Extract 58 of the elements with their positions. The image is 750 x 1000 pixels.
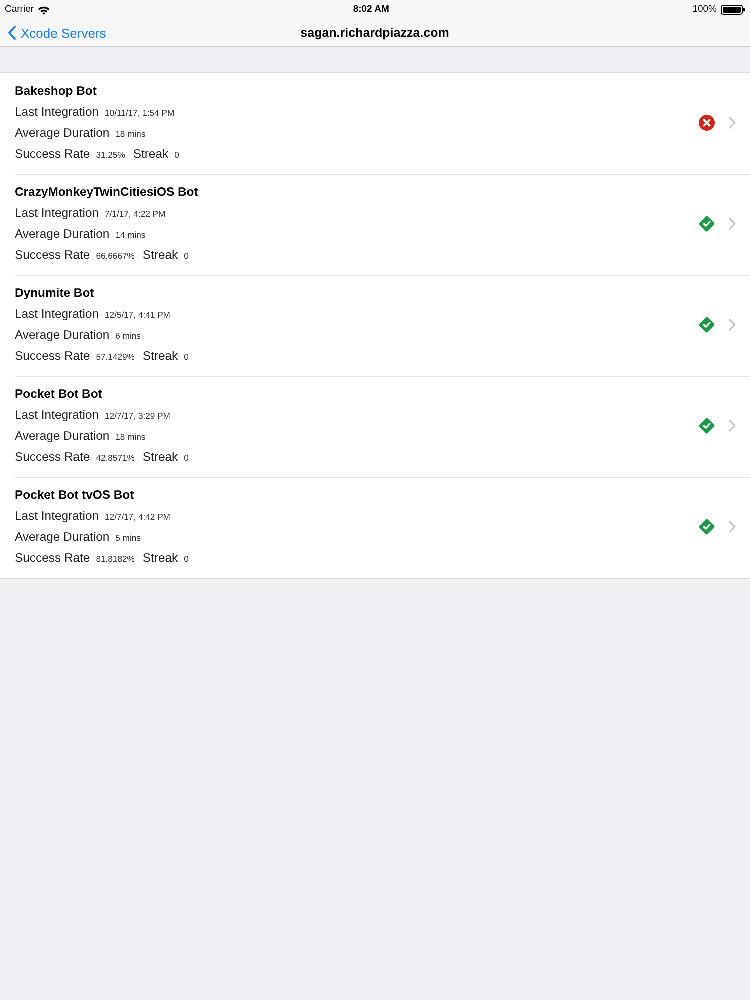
bot-name: CrazyMonkeyTwinCitiesiOS Bot bbox=[15, 184, 200, 201]
chevron-icon bbox=[729, 218, 736, 230]
stat-label: Last Integration bbox=[15, 407, 100, 424]
stat-label: Streak bbox=[142, 247, 178, 264]
stat-label: Streak bbox=[142, 550, 178, 567]
stat-value: 0 bbox=[184, 452, 189, 465]
bot-name: Pocket Bot Bot bbox=[15, 386, 104, 403]
chevron-icon bbox=[729, 117, 736, 129]
stat-value: 7/1/17, 4:22 PM bbox=[105, 208, 166, 221]
stat-label: Streak bbox=[142, 348, 178, 365]
stat-value: 0 bbox=[174, 149, 180, 162]
nav-title: sagan.richardpiazza.com bbox=[300, 24, 450, 42]
stat-label: Last Integration bbox=[15, 508, 100, 525]
stat-label: Success Rate bbox=[15, 348, 90, 365]
stat-value: 42.8571% bbox=[96, 452, 135, 465]
stat-label: Streak bbox=[142, 449, 178, 466]
stat-label: Success Rate bbox=[15, 550, 90, 567]
stat-label: Average Duration bbox=[15, 428, 110, 445]
stat-value: 12/7/17, 4:42 PM bbox=[105, 511, 170, 524]
stat-value: 12/7/17, 3:29 PM bbox=[105, 410, 170, 423]
stat-value: 10/11/17, 1:54 PM bbox=[105, 107, 175, 120]
bot-name: Dynumite Bot bbox=[15, 285, 96, 302]
stat-value: 18 mins bbox=[116, 431, 146, 444]
stat-value: 81.8182% bbox=[96, 553, 135, 566]
stat-value: 0 bbox=[184, 250, 189, 263]
battery-icon bbox=[721, 5, 746, 15]
stat-value: 66.6667% bbox=[96, 250, 135, 263]
chevron-icon bbox=[729, 420, 736, 432]
stat-label: Last Integration bbox=[15, 104, 100, 121]
stat-label: Average Duration bbox=[15, 226, 110, 243]
bot-name: Bakeshop Bot bbox=[15, 83, 98, 100]
bot-name: Pocket Bot tvOS Bot bbox=[15, 487, 136, 504]
stat-label: Success Rate bbox=[15, 449, 90, 466]
back-button[interactable]: Xcode Servers bbox=[0, 20, 106, 46]
back-chevron-icon bbox=[8, 26, 16, 40]
stat-label: Average Duration bbox=[15, 125, 110, 142]
chevron-icon bbox=[729, 521, 736, 533]
stat-value: 0 bbox=[184, 553, 189, 566]
stat-value: 0 bbox=[184, 351, 189, 364]
stat-label: Success Rate bbox=[15, 146, 90, 163]
wifi-icon bbox=[38, 6, 50, 14]
battery-percent: 100% bbox=[692, 2, 718, 17]
stat-label: Average Duration bbox=[15, 529, 110, 546]
carrier-label: Carrier bbox=[5, 2, 34, 17]
stat-label: Success Rate bbox=[15, 247, 90, 264]
stat-value: 14 mins bbox=[116, 229, 146, 242]
stat-value: 12/5/17, 4:41 PM bbox=[105, 309, 170, 322]
stat-value: 18 mins bbox=[116, 128, 146, 141]
stat-label: Last Integration bbox=[15, 306, 100, 323]
stat-label: Streak bbox=[133, 146, 169, 163]
status-time: 8:02 AM bbox=[353, 2, 390, 17]
stat-value: 5 mins bbox=[116, 532, 141, 545]
stat-label: Average Duration bbox=[15, 327, 110, 344]
stat-value: 31.25% bbox=[96, 149, 126, 162]
stat-value: 57.1429% bbox=[96, 351, 135, 364]
chevron-icon bbox=[729, 319, 736, 331]
stat-label: Last Integration bbox=[15, 205, 100, 222]
stat-value: 6 mins bbox=[116, 330, 141, 343]
